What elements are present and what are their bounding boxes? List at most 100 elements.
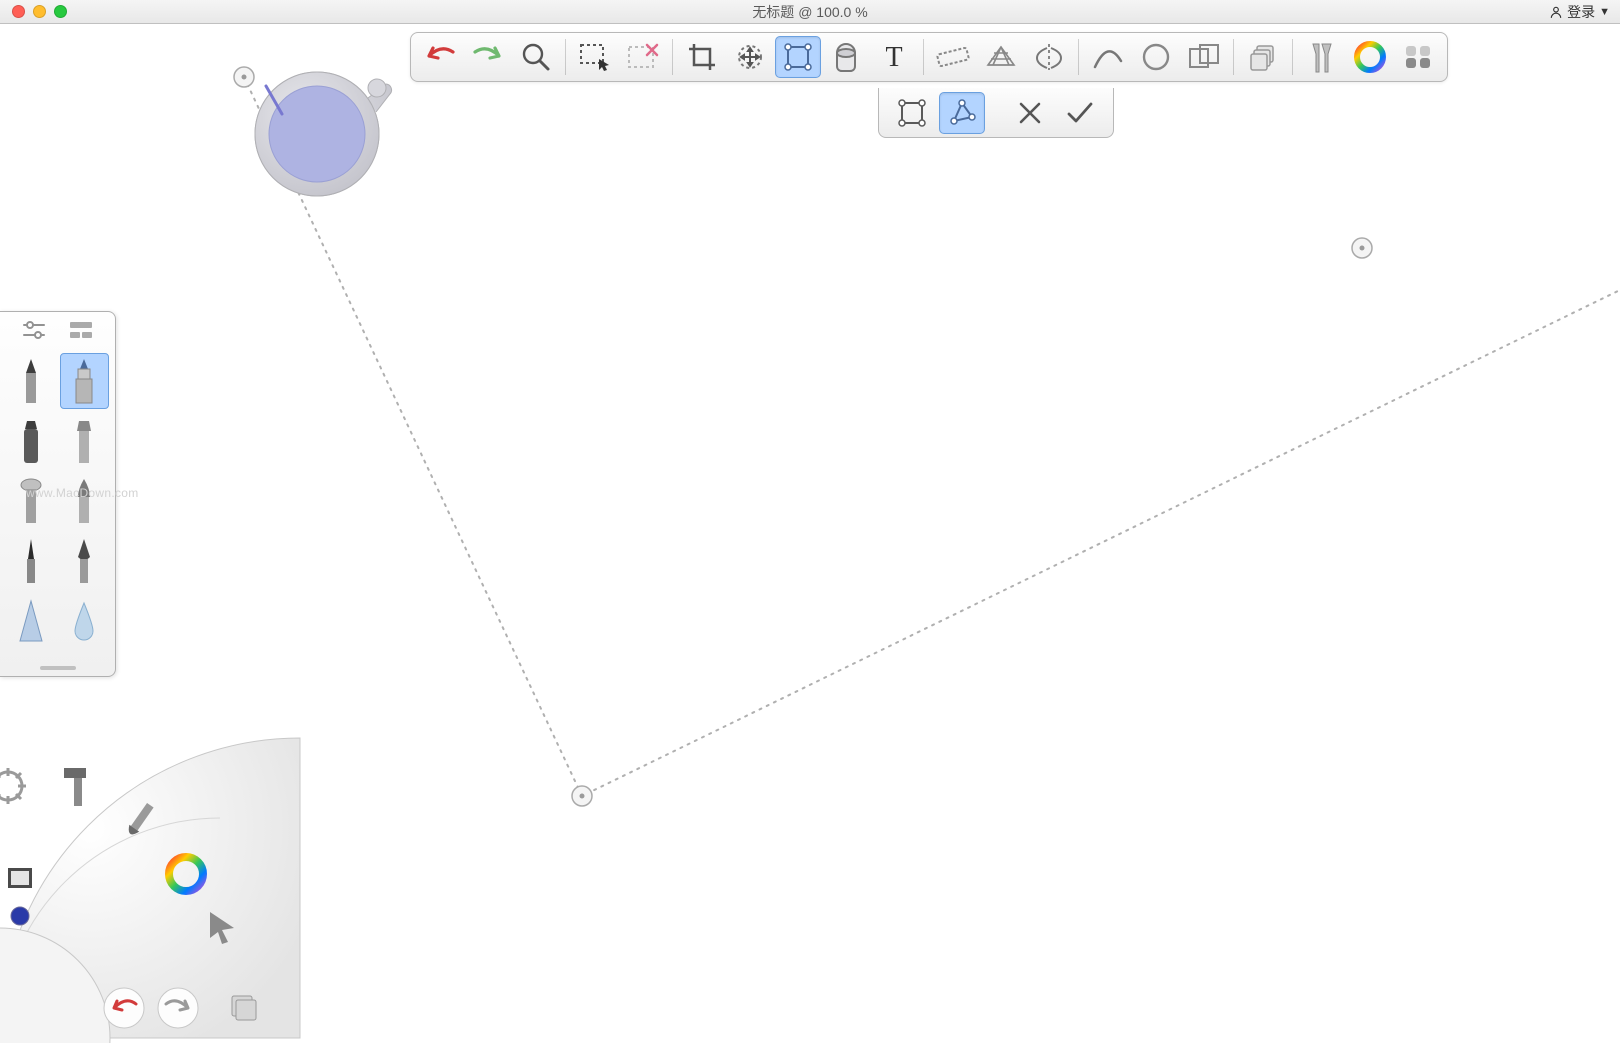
puck-settings-button[interactable]	[0, 768, 26, 804]
marquee-select-icon	[579, 43, 611, 71]
brush-pencil[interactable]	[6, 353, 56, 409]
ellipse-button[interactable]	[1133, 36, 1179, 78]
panel-resize-grip[interactable]	[40, 666, 76, 670]
puck-layers-button[interactable]	[232, 996, 256, 1020]
curve-button[interactable]	[1085, 36, 1131, 78]
clear-selection-icon	[627, 43, 659, 71]
zoom-icon	[521, 42, 551, 72]
login-button[interactable]: 登录 ▼	[1549, 2, 1610, 22]
puck-color-swatch[interactable]	[11, 907, 29, 925]
color-wheel-button[interactable]	[1347, 36, 1393, 78]
zoom-button[interactable]	[513, 36, 559, 78]
window-minimize-button[interactable]	[33, 5, 46, 18]
brush-marker[interactable]	[6, 413, 56, 469]
list-tab-icon	[68, 320, 94, 340]
boolean-button[interactable]	[1181, 36, 1227, 78]
text-icon: T	[880, 42, 908, 72]
ui-layout-icon	[1403, 43, 1433, 71]
puck-color-button[interactable]	[169, 857, 203, 891]
confirm-button[interactable]	[1057, 92, 1103, 134]
crop-button[interactable]	[679, 36, 725, 78]
window-maximize-button[interactable]	[54, 5, 67, 18]
ellipse-icon	[1140, 42, 1172, 72]
brush-technical-pen[interactable]	[60, 353, 110, 409]
crop-icon	[687, 42, 717, 72]
undo-button[interactable]	[417, 36, 463, 78]
bounding-box-button[interactable]	[775, 36, 821, 78]
brush-nib[interactable]	[60, 533, 110, 589]
boolean-icon	[1187, 42, 1221, 72]
user-icon	[1549, 5, 1563, 19]
brushes-icon	[1307, 40, 1337, 74]
cancel-button[interactable]	[1007, 92, 1053, 134]
edit-bounds-button[interactable]	[889, 92, 935, 134]
ruler-button[interactable]	[930, 36, 976, 78]
brush-round[interactable]	[60, 473, 110, 529]
drop-brush-icon	[71, 597, 97, 645]
brush-chisel[interactable]	[60, 413, 110, 469]
window-titlebar: 无标题 @ 100.0 % 登录 ▼	[0, 0, 1620, 24]
technical-pen-brush-icon	[70, 357, 98, 405]
chevron-down-icon: ▼	[1599, 6, 1610, 18]
puck-undo-button[interactable]	[104, 988, 144, 1028]
transform-button[interactable]	[727, 36, 773, 78]
marker-brush-icon	[18, 417, 44, 465]
cone-brush-icon	[16, 597, 46, 645]
brush-drop[interactable]	[60, 593, 110, 649]
bounding-box-icon	[782, 41, 814, 73]
symmetry-icon	[1033, 42, 1065, 72]
ruler-icon	[936, 45, 970, 69]
login-label: 登录	[1567, 2, 1595, 22]
brush-ink[interactable]	[6, 533, 56, 589]
canvas-overlay	[0, 24, 1620, 988]
layers-icon	[1247, 42, 1279, 72]
chisel-brush-icon	[71, 417, 97, 465]
fill-button[interactable]	[823, 36, 869, 78]
text-button[interactable]: T	[871, 36, 917, 78]
brushes-button[interactable]	[1299, 36, 1345, 78]
confirm-icon	[1065, 100, 1095, 126]
curve-icon	[1092, 43, 1124, 71]
edit-points-icon	[946, 97, 978, 129]
cancel-icon	[1017, 100, 1043, 126]
puck-cursor-button[interactable]	[210, 912, 234, 944]
color-wheel-icon	[1354, 41, 1386, 73]
puck-brush-button[interactable]	[125, 802, 155, 838]
svg-text:T: T	[885, 42, 902, 72]
airbrush-brush-icon	[16, 477, 46, 525]
edit-bounds-icon	[896, 97, 928, 129]
puck-frame-button[interactable]	[8, 868, 32, 888]
puck-redo-button[interactable]	[158, 988, 198, 1028]
fill-icon	[831, 41, 861, 73]
symmetry-button[interactable]	[1026, 36, 1072, 78]
transform-icon	[734, 41, 766, 73]
puck-tools-button[interactable]	[64, 768, 86, 806]
sub-toolbar	[878, 88, 1114, 138]
brush-cone[interactable]	[6, 593, 56, 649]
brush-airbrush[interactable]	[6, 473, 56, 529]
pencil-brush-icon	[18, 357, 44, 405]
perspective-grid-icon	[984, 43, 1018, 71]
clear-selection-button[interactable]	[620, 36, 666, 78]
ui-layout-button[interactable]	[1395, 36, 1441, 78]
list-tab[interactable]	[68, 320, 94, 345]
redo-icon	[471, 46, 505, 68]
undo-icon	[423, 46, 457, 68]
redo-button[interactable]	[465, 36, 511, 78]
watermark-text: www.MacDown.com	[26, 486, 139, 500]
layers-button[interactable]	[1240, 36, 1286, 78]
window-close-button[interactable]	[12, 5, 25, 18]
brush-triangle[interactable]	[6, 653, 56, 666]
sliders-tab-icon	[21, 320, 47, 340]
main-toolbar: T	[410, 32, 1448, 82]
sliders-tab[interactable]	[21, 320, 47, 345]
brush-flat[interactable]	[60, 653, 110, 666]
edit-points-button[interactable]	[939, 92, 985, 134]
ink-brush-icon	[20, 537, 42, 585]
round-brush-icon	[71, 477, 97, 525]
marquee-select-button[interactable]	[572, 36, 618, 78]
perspective-grid-button[interactable]	[978, 36, 1024, 78]
color-puck[interactable]	[232, 62, 402, 232]
nib-brush-icon	[72, 537, 96, 585]
document-title: 无标题 @ 100.0 %	[752, 2, 867, 22]
